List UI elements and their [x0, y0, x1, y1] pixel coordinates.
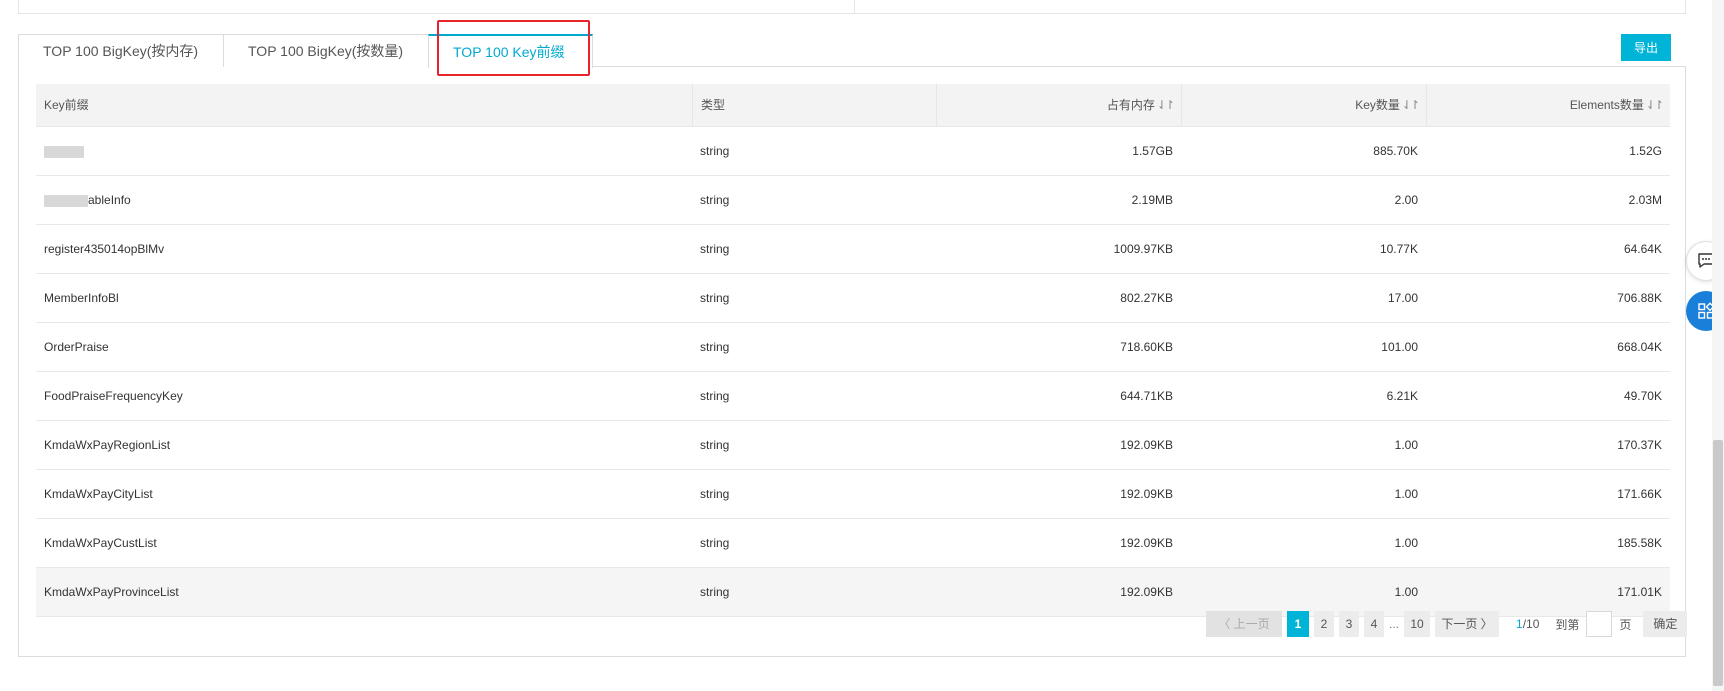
cell-key-count: 1.00	[1394, 536, 1418, 550]
cell-elements-count: 170.37K	[1617, 438, 1662, 452]
page-button-10[interactable]: 10	[1404, 611, 1431, 637]
cell-elements-count: 706.88K	[1617, 291, 1662, 305]
cell-key-prefix: ableInfo	[36, 176, 692, 224]
cell-memory: 192.09KB	[1120, 585, 1173, 599]
cell-memory: 192.09KB	[1120, 438, 1173, 452]
page-button-3[interactable]: 3	[1339, 611, 1359, 637]
cell-memory: 1.57GB	[1132, 144, 1173, 158]
redacted-mask	[44, 194, 88, 207]
cell-elements-count: 171.01K	[1617, 585, 1662, 599]
cell-type: string	[700, 242, 730, 256]
cell-elements-count: 1.52G	[1629, 144, 1662, 158]
page-button-4[interactable]: 4	[1364, 611, 1384, 637]
cell-memory: 644.71KB	[1120, 389, 1173, 403]
table-body: string 1.57GB 885.70K 1.52G ableInfo string 2.…	[36, 127, 1670, 617]
goto-label: 到第	[1555, 617, 1580, 632]
table-header: Key前缀 类型 占有内存 ⇃↾ Key数量 ⇃↾ Elements数量 ⇃↾	[36, 84, 1670, 127]
page-button-1[interactable]: 1	[1287, 611, 1309, 637]
cell-key-count: 2.00	[1394, 193, 1418, 207]
cell-key-prefix: MemberInfoBl	[44, 291, 119, 305]
goto-page-input[interactable]	[1586, 611, 1613, 637]
cell-elements-count: 2.03M	[1628, 193, 1662, 207]
header-type: 类型	[692, 84, 936, 126]
table-row[interactable]: KmdaWxPayProvinceList string 192.09KB 1.00 1…	[36, 568, 1670, 617]
cell-elements-count: 185.58K	[1617, 536, 1662, 550]
cell-type: string	[700, 340, 730, 354]
key-prefix-table: Key前缀 类型 占有内存 ⇃↾ Key数量 ⇃↾ Elements数量 ⇃↾ str…	[36, 84, 1670, 617]
cell-memory: 2.19MB	[1131, 193, 1173, 207]
cell-key-count: 101.00	[1381, 340, 1418, 354]
cell-key-count: 17.00	[1387, 291, 1418, 305]
cell-key-prefix: OrderPraise	[44, 340, 109, 354]
cell-elements-count: 64.64K	[1623, 242, 1662, 256]
cell-key-prefix	[36, 127, 692, 175]
cell-type: string	[700, 487, 730, 501]
prev-page-button[interactable]: 〈 上一页	[1206, 611, 1282, 637]
header-memory[interactable]: 占有内存 ⇃↾	[936, 84, 1181, 126]
confirm-goto-button[interactable]: 确定	[1643, 611, 1688, 637]
cell-key-prefix: KmdaWxPayCustList	[44, 536, 157, 550]
cell-elements-count: 171.66K	[1617, 487, 1662, 501]
table-row[interactable]: register435014opBlMv string 1009.97KB 10.77…	[36, 225, 1670, 274]
tab-key-prefix[interactable]: TOP 100 Key前缀	[428, 34, 593, 68]
cell-type: string	[700, 536, 730, 550]
table-row[interactable]: KmdaWxPayRegionList string 192.09KB 1.00 170…	[36, 421, 1670, 470]
cell-key-prefix: FoodPraiseFrequencyKey	[44, 389, 183, 403]
cell-key-prefix: KmdaWxPayProvinceList	[44, 585, 179, 599]
sort-icon[interactable]: ⇃↾	[1646, 98, 1664, 112]
table-row[interactable]: KmdaWxPayCustList string 192.09KB 1.00 185.5…	[36, 519, 1670, 568]
page-button-2[interactable]: 2	[1314, 611, 1334, 637]
cell-key-count: 6.21K	[1386, 389, 1418, 403]
page-unit-label: 页	[1619, 617, 1632, 632]
cell-memory: 1009.97KB	[1113, 242, 1173, 256]
cell-key-count: 885.70K	[1373, 144, 1418, 158]
sort-icon[interactable]: ⇃↾	[1157, 98, 1175, 112]
cell-key-prefix: KmdaWxPayCityList	[44, 487, 153, 501]
cell-type: string	[700, 389, 730, 403]
cell-key-count: 1.00	[1394, 585, 1418, 599]
cell-type: string	[700, 585, 730, 599]
table-row[interactable]: FoodPraiseFrequencyKey string 644.71KB 6.21…	[36, 372, 1670, 421]
cell-elements-count: 49.70K	[1623, 389, 1662, 403]
table-row[interactable]: ableInfo string 2.19MB 2.00 2.03M	[36, 176, 1670, 225]
cell-elements-count: 668.04K	[1617, 340, 1662, 354]
cell-type: string	[700, 291, 730, 305]
cell-key-count: 1.00	[1394, 487, 1418, 501]
export-button[interactable]: 导出	[1621, 34, 1671, 61]
page-scrollbar-thumb[interactable]	[1713, 440, 1723, 686]
cell-memory: 718.60KB	[1120, 340, 1173, 354]
cell-key-prefix: register435014opBlMv	[44, 242, 165, 256]
cell-type: string	[700, 438, 730, 452]
top-panel-edge	[18, 0, 1686, 14]
tab-bigkey-by-memory[interactable]: TOP 100 BigKey(按内存)	[18, 34, 224, 67]
cell-key-count: 1.00	[1394, 438, 1418, 452]
table-row[interactable]: MemberInfoBl string 802.27KB 17.00 706.88K	[36, 274, 1670, 323]
table-row[interactable]: KmdaWxPayCityList string 192.09KB 1.00 171.6…	[36, 470, 1670, 519]
cell-key-prefix: KmdaWxPayRegionList	[44, 438, 171, 452]
header-elements-count[interactable]: Elements数量 ⇃↾	[1426, 84, 1670, 126]
tab-bigkey-by-count[interactable]: TOP 100 BigKey(按数量)	[223, 34, 429, 67]
table-row[interactable]: OrderPraise string 718.60KB 101.00 668.04K	[36, 323, 1670, 372]
tab-bar: TOP 100 BigKey(按内存) TOP 100 BigKey(按数量) …	[18, 34, 593, 68]
page-ellipsis: ...	[1389, 617, 1400, 631]
table-row[interactable]: string 1.57GB 885.70K 1.52G	[36, 127, 1670, 176]
cell-memory: 802.27KB	[1120, 291, 1173, 305]
sort-icon[interactable]: ⇃↾	[1402, 98, 1420, 112]
cell-type: string	[700, 144, 730, 158]
redacted-mask	[44, 145, 84, 158]
next-page-button[interactable]: 下一页 〉	[1435, 611, 1500, 637]
page-indicator: 1/10	[1516, 617, 1540, 631]
cell-memory: 192.09KB	[1120, 536, 1173, 550]
header-key-count[interactable]: Key数量 ⇃↾	[1181, 84, 1426, 126]
pagination: 〈 上一页 1 2 3 4 ... 10 下一页 〉 1/10 到第 页 确定	[1206, 611, 1692, 637]
header-key-prefix: Key前缀	[44, 98, 89, 112]
cell-type: string	[700, 193, 730, 207]
cell-key-count: 10.77K	[1379, 242, 1418, 256]
top-panel-divider	[854, 0, 855, 13]
cell-memory: 192.09KB	[1120, 487, 1173, 501]
